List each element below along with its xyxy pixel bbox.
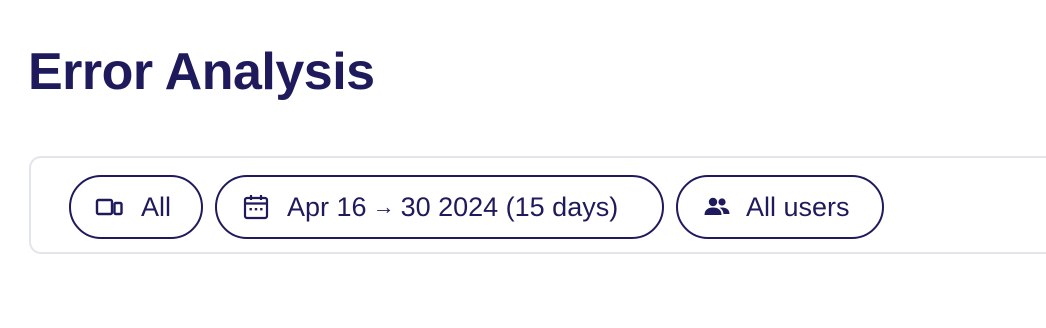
date-range-start: Apr 16 <box>287 192 367 222</box>
arrow-right-icon: → <box>372 194 395 219</box>
page-title: Error Analysis <box>28 43 375 101</box>
users-filter-label: All users <box>746 192 850 222</box>
date-range-end: 30 2024 (15 days) <box>400 192 619 222</box>
calendar-icon <box>241 192 271 222</box>
devices-icon <box>95 192 125 222</box>
date-range-label: Apr 16 → 30 2024 (15 days) <box>287 192 618 222</box>
filter-bar: All Apr 16 → 30 2024 (15 days) All users <box>29 156 1046 254</box>
error-analysis-page: Error Analysis All Apr 16 → 30 2024 (15 … <box>0 0 1046 328</box>
users-filter-button[interactable]: All users <box>676 175 884 239</box>
date-range-filter-button[interactable]: Apr 16 → 30 2024 (15 days) <box>215 175 664 239</box>
device-filter-button[interactable]: All <box>69 175 203 239</box>
device-filter-label: All <box>141 192 172 222</box>
users-icon <box>702 192 732 222</box>
